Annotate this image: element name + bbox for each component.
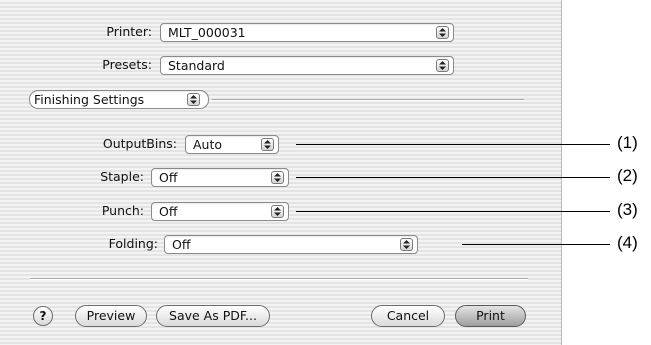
callout-line-1 — [296, 144, 610, 145]
preview-button[interactable]: Preview — [75, 305, 147, 327]
print-dialog: Printer: MLT_000031 Presets: Standard Fi… — [0, 0, 562, 345]
bottom-divider — [30, 278, 528, 280]
folding-value: Off — [172, 237, 191, 252]
printer-value: MLT_000031 — [168, 25, 246, 40]
updown-arrows-icon — [436, 26, 449, 39]
output-bins-value: Auto — [193, 137, 223, 152]
callout-label-1: (1) — [617, 133, 638, 152]
printer-select[interactable]: MLT_000031 — [160, 23, 454, 42]
output-bins-label: OutputBins: — [102, 136, 177, 151]
presets-label: Presets: — [102, 57, 152, 72]
output-bins-select[interactable]: Auto — [185, 135, 279, 154]
callout-line-3 — [296, 211, 610, 212]
presets-select[interactable]: Standard — [160, 56, 454, 75]
staple-label: Staple: — [100, 169, 144, 184]
folding-label: Folding: — [108, 236, 158, 251]
printer-label: Printer: — [106, 24, 152, 39]
callout-line-2 — [296, 177, 610, 178]
updown-arrows-icon — [436, 59, 449, 72]
presets-value: Standard — [168, 58, 225, 73]
updown-arrows-icon — [271, 205, 284, 218]
cancel-button[interactable]: Cancel — [371, 305, 445, 327]
punch-label: Punch: — [101, 203, 144, 218]
updown-arrows-icon — [400, 238, 413, 251]
callout-label-3: (3) — [617, 200, 638, 219]
save-as-pdf-button[interactable]: Save As PDF... — [156, 305, 270, 327]
print-button[interactable]: Print — [455, 305, 526, 327]
updown-arrows-icon — [261, 138, 274, 151]
panel-divider — [212, 99, 524, 101]
callout-label-2: (2) — [617, 166, 638, 185]
folding-select[interactable]: Off — [164, 235, 418, 254]
updown-arrows-icon — [271, 171, 284, 184]
punch-value: Off — [159, 204, 178, 219]
callout-label-4: (4) — [617, 233, 638, 252]
staple-value: Off — [159, 170, 178, 185]
panel-select[interactable]: Finishing Settings — [29, 90, 209, 109]
help-button[interactable]: ? — [33, 306, 53, 326]
staple-select[interactable]: Off — [151, 168, 289, 187]
callout-line-4 — [462, 244, 610, 245]
punch-select[interactable]: Off — [151, 202, 289, 221]
updown-arrows-icon — [187, 93, 200, 106]
panel-value: Finishing Settings — [34, 92, 145, 107]
